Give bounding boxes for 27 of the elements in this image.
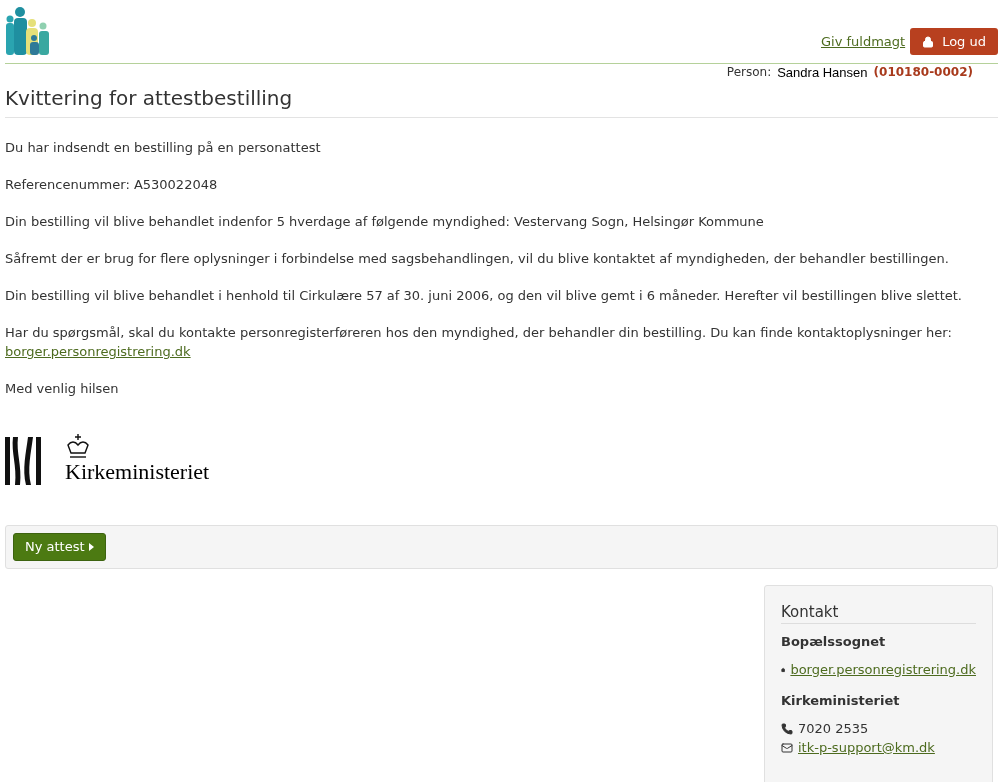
person-label: Person:: [726, 65, 772, 80]
caret-icon: [88, 543, 94, 551]
paragraph: Du har indsendt en bestilling på en personattest: [5, 139, 322, 157]
contact-link[interactable]: itk-p-support@km.dk: [798, 738, 935, 757]
paragraph: Har du spørgsmål, skal du kontakte personregisterføreren hos den myndighed, der behandler din bestilling. Du kan finde kontaktoplysninger her:: [5, 324, 953, 342]
contact-title: Kontakt: [781, 602, 976, 624]
contact-heading: Bopælssognet: [781, 633, 887, 651]
logout-button[interactable]: Log ud: [910, 28, 998, 55]
person-id: (010180-0002): [873, 65, 973, 80]
crown-icon: [65, 433, 91, 459]
paragraph: Såfremt der er brug for flere oplysninger i forbindelse med sagsbehandlingen, vil du blive kontaktet af myndigheden, der behandler bestillingen.: [5, 250, 950, 268]
contact-heading: Kirkeministeriet: [781, 692, 901, 710]
phone-number: 7020 2535: [798, 720, 869, 738]
new-certificate-button[interactable]: Ny attest: [13, 533, 106, 561]
contact-link[interactable]: borger.personregistrering.dk: [790, 660, 976, 679]
phone-icon: [781, 722, 793, 735]
paragraph: Med venlig hilsen: [5, 380, 120, 398]
ministry-name: Kirkeministeriet: [65, 459, 210, 485]
stripes-logo-icon: [5, 437, 41, 485]
paragraph: Referencenummer: A530022048: [5, 176, 219, 194]
mail-icon: [781, 741, 793, 754]
person-name: Sandra Hansen: [777, 65, 868, 80]
proxy-link[interactable]: Giv fuldmagt: [821, 31, 906, 52]
registry-link[interactable]: borger.personregistrering.dk: [5, 344, 191, 359]
page-title: Kvittering for attestbestilling: [5, 84, 998, 118]
paragraph: Din bestilling vil blive behandlet indenfor 5 hverdage af følgende myndighed: Vestervang Sogn, Helsingør Kommune: [5, 213, 765, 231]
paragraph: Din bestilling vil blive behandlet i henhold til Cirkulære 57 af 30. juni 2006, og den vil blive gemt i 6 måneder. Herefter vil bestillingen blive slettet.: [5, 287, 963, 305]
